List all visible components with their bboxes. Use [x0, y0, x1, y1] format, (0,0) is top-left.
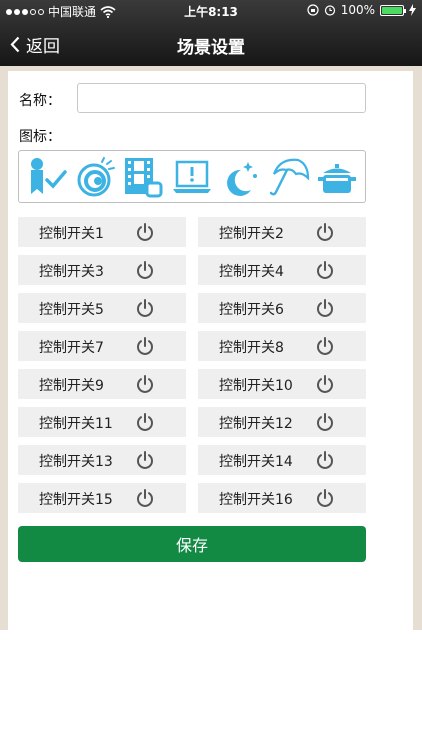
switch-label: 控制开关11 — [39, 416, 113, 432]
power-icon — [137, 375, 153, 393]
power-icon — [317, 337, 333, 355]
power-icon — [137, 223, 153, 241]
switch-label: 控制开关1 — [39, 226, 104, 242]
switch-label: 控制开关15 — [39, 492, 113, 508]
control-switch-5[interactable]: 控制开关5 — [18, 293, 186, 323]
ribbon-check-icon[interactable] — [26, 156, 68, 198]
control-switch-16[interactable]: 控制开关16 — [198, 483, 366, 513]
power-icon — [317, 413, 333, 431]
control-switch-7[interactable]: 控制开关7 — [18, 331, 186, 361]
switch-grid: 控制开关1 控制开关2 控制开关3 控制开关4 控制开关5 控制开关6 控制开关… — [18, 217, 366, 513]
control-switch-8[interactable]: 控制开关8 — [198, 331, 366, 361]
page-title: 场景设置 — [177, 38, 245, 58]
save-button[interactable]: 保存 — [18, 526, 366, 562]
power-icon — [137, 451, 153, 469]
film-icon[interactable] — [123, 156, 165, 198]
switch-label: 控制开关10 — [219, 378, 293, 394]
control-switch-9[interactable]: 控制开关9 — [18, 369, 186, 399]
alarm-icon — [324, 5, 335, 16]
scene-name-input[interactable] — [77, 83, 366, 113]
switch-label: 控制开关8 — [219, 340, 284, 356]
power-icon — [317, 299, 333, 317]
eye-icon[interactable] — [74, 156, 116, 198]
power-icon — [137, 261, 153, 279]
power-icon — [137, 337, 153, 355]
nav-bar: 返回 场景设置 — [0, 22, 422, 66]
charging-bolt-icon — [409, 4, 416, 16]
switch-label: 控制开关9 — [39, 378, 104, 394]
control-switch-13[interactable]: 控制开关13 — [18, 445, 186, 475]
switch-label: 控制开关5 — [39, 302, 104, 318]
status-right: 100% — [307, 3, 416, 17]
content-frame: 名称： 图标： 控制开关1 控制开关2 控制开关3 控制开关4 控制开关5 控制… — [0, 66, 422, 630]
power-icon — [317, 223, 333, 241]
power-icon — [137, 299, 153, 317]
control-switch-1[interactable]: 控制开关1 — [18, 217, 186, 247]
scene-icon-picker — [18, 150, 366, 203]
control-switch-15[interactable]: 控制开关15 — [18, 483, 186, 513]
laptop-alert-icon[interactable] — [171, 156, 213, 198]
switch-label: 控制开关6 — [219, 302, 284, 318]
switch-label: 控制开关14 — [219, 454, 293, 470]
power-icon — [137, 489, 153, 507]
name-label: 名称： — [19, 93, 61, 109]
power-icon — [317, 451, 333, 469]
battery-icon — [380, 4, 406, 16]
power-icon — [317, 489, 333, 507]
control-switch-4[interactable]: 控制开关4 — [198, 255, 366, 285]
switch-label: 控制开关16 — [219, 492, 293, 508]
app-header: 中国联通 上午8:13 100% 返回 场景设置 — [0, 0, 422, 66]
control-switch-10[interactable]: 控制开关10 — [198, 369, 366, 399]
orientation-lock-icon — [307, 4, 319, 16]
power-icon — [317, 261, 333, 279]
control-switch-11[interactable]: 控制开关11 — [18, 407, 186, 437]
control-switch-14[interactable]: 控制开关14 — [198, 445, 366, 475]
switch-label: 控制开关2 — [219, 226, 284, 242]
switch-label: 控制开关12 — [219, 416, 293, 432]
switch-label: 控制开关13 — [39, 454, 113, 470]
umbrella-icon[interactable] — [268, 156, 310, 198]
switch-label: 控制开关7 — [39, 340, 104, 356]
icon-label: 图标： — [19, 129, 61, 145]
scene-form-panel: 名称： 图标： 控制开关1 控制开关2 控制开关3 控制开关4 控制开关5 控制… — [8, 71, 413, 630]
switch-label: 控制开关3 — [39, 264, 104, 280]
moon-stars-icon[interactable] — [219, 156, 261, 198]
pot-icon[interactable] — [316, 156, 358, 198]
power-icon — [317, 375, 333, 393]
control-switch-2[interactable]: 控制开关2 — [198, 217, 366, 247]
battery-percent: 100% — [340, 3, 375, 17]
control-switch-3[interactable]: 控制开关3 — [18, 255, 186, 285]
power-icon — [137, 413, 153, 431]
switch-label: 控制开关4 — [219, 264, 284, 280]
status-bar: 中国联通 上午8:13 100% — [0, 0, 422, 22]
control-switch-12[interactable]: 控制开关12 — [198, 407, 366, 437]
control-switch-6[interactable]: 控制开关6 — [198, 293, 366, 323]
